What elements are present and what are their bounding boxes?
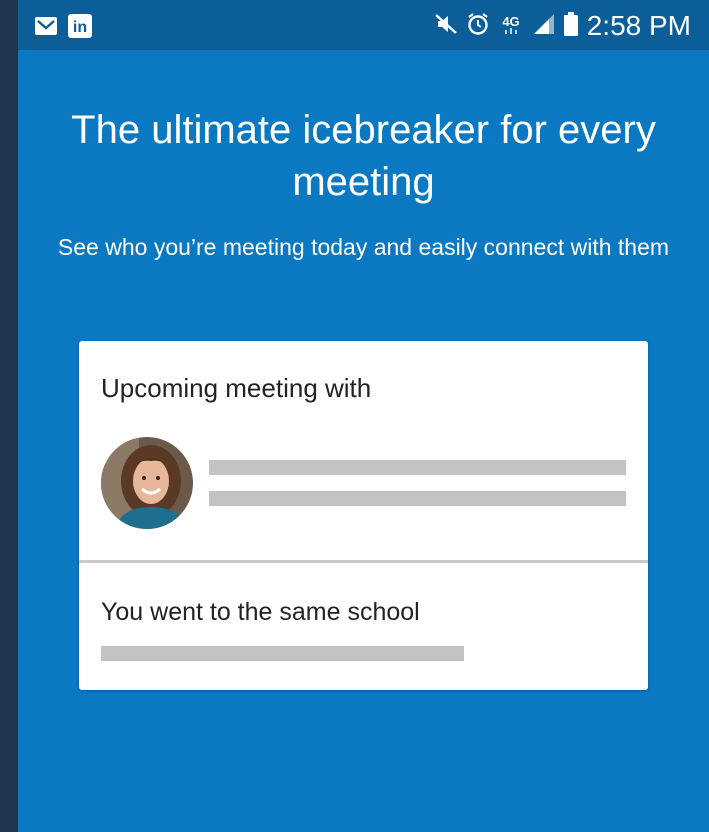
mute-icon — [434, 13, 458, 40]
status-time: 2:58 PM — [586, 10, 691, 41]
status-bar: in 4G 2:58 PM — [18, 0, 709, 50]
network-type-label: 4G — [502, 14, 519, 29]
avatar — [101, 437, 193, 529]
alarm-icon — [467, 12, 489, 41]
headline-placeholder-bar — [209, 491, 626, 506]
card-divider — [79, 560, 648, 563]
status-right-icons: 4G 2:58 PM — [434, 9, 691, 43]
battery-icon — [563, 11, 578, 41]
mail-icon — [34, 16, 58, 41]
card-title: Upcoming meeting with — [101, 373, 372, 403]
subhead: See who you’re meeting today and easily … — [57, 234, 670, 260]
network-4g-icon: 4G — [498, 13, 524, 40]
shared-connection-title: You went to the same school — [101, 598, 420, 626]
status-left-icons: in — [34, 14, 92, 43]
avatar-photo — [101, 437, 193, 529]
school-placeholder-bar — [101, 646, 464, 661]
name-placeholder-bar — [209, 460, 626, 475]
headline: The ultimate icebreaker for every meetin… — [71, 108, 656, 204]
linkedin-glyph: in — [73, 19, 87, 36]
meeting-preview-card: Upcoming meeting with You went to the sa… — [79, 341, 648, 690]
signal-icon — [533, 13, 555, 40]
linkedin-icon: in — [68, 14, 92, 43]
onboarding-screen: in 4G 2:58 PM The ultimate icebreaker fo… — [18, 0, 709, 832]
